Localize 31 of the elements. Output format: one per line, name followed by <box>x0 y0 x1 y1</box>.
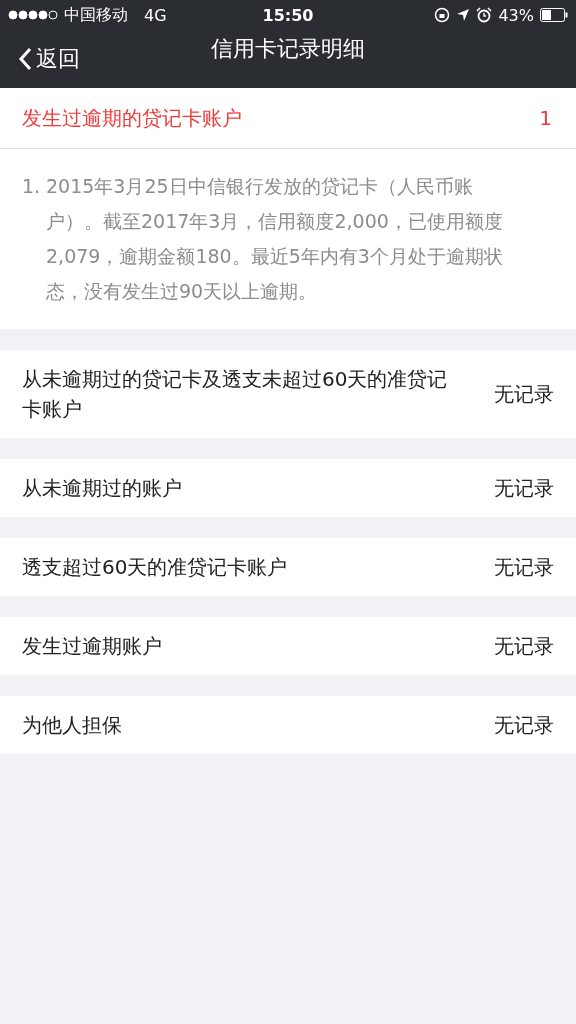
record-value: 无记录 <box>494 475 554 502</box>
account-description: 2015年3月25日中信银行发放的贷记卡（人民币账户）。截至2017年3月，信用额度2,000，已使用额度2,079，逾期金额180。最近5年内有3个月处于逾期状态，没有发生过90天以上逾期。 <box>46 174 504 304</box>
record-label: 为他人担保 <box>22 712 122 739</box>
carrier-name: 中国移动 <box>64 4 128 26</box>
section-count: 1 <box>539 106 552 130</box>
location-arrow-icon <box>456 8 471 22</box>
back-button[interactable]: 返回 <box>0 44 80 74</box>
record-row[interactable]: 从未逾期过的贷记卡及透支未超过60天的准贷记卡账户 无记录 <box>0 350 576 438</box>
record-value: 无记录 <box>494 381 554 408</box>
alarm-clock-icon <box>476 7 493 23</box>
record-value: 无记录 <box>494 712 554 739</box>
battery-icon <box>540 8 568 22</box>
record-value: 无记录 <box>494 633 554 660</box>
record-row[interactable]: 从未逾期过的账户 无记录 <box>0 459 576 517</box>
item-number: 1. <box>22 174 42 199</box>
clock-time: 15:50 <box>262 5 314 25</box>
chevron-left-icon <box>18 47 32 71</box>
rotation-lock-icon <box>434 7 451 23</box>
record-label: 透支超过60天的准贷记卡账户 <box>22 554 288 581</box>
battery-percent: 43% <box>498 5 534 25</box>
record-row[interactable]: 为他人担保 无记录 <box>0 696 576 754</box>
record-label: 从未逾期过的账户 <box>22 475 182 502</box>
network-type: 4G <box>144 5 167 25</box>
record-row[interactable]: 透支超过60天的准贷记卡账户 无记录 <box>0 538 576 596</box>
page-title: 信用卡记录明细 <box>211 35 365 63</box>
section-title: 发生过逾期的贷记卡账户 <box>22 104 242 132</box>
record-row[interactable]: 发生过逾期账户 无记录 <box>0 617 576 675</box>
record-label: 从未逾期过的贷记卡及透支未超过60天的准贷记卡账户 <box>22 366 449 423</box>
signal-icon <box>8 10 58 20</box>
record-label: 发生过逾期账户 <box>22 633 162 660</box>
record-value: 无记录 <box>494 554 554 581</box>
